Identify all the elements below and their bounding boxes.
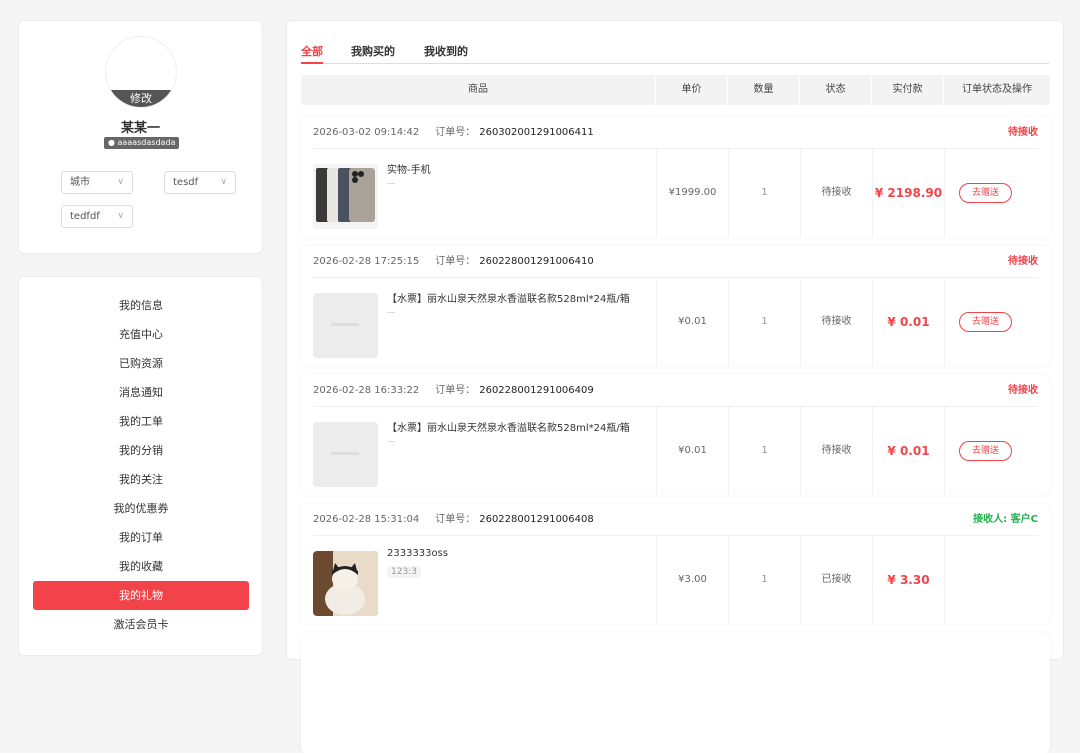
order-header: 2026-03-02 09:14:42 订单号： 26030200129100641… bbox=[313, 117, 1038, 149]
order-card bbox=[301, 633, 1050, 753]
col-action: 订单状态及操作 bbox=[962, 84, 1032, 95]
sidebar-item[interactable]: 已购资源 bbox=[33, 349, 249, 378]
sidebar-item[interactable]: 我的礼物 bbox=[33, 581, 249, 610]
sidebar-item[interactable]: 我的分销 bbox=[33, 436, 249, 465]
sidebar-item[interactable]: 我的收藏 bbox=[33, 552, 249, 581]
order-no-label: 订单号： bbox=[435, 514, 476, 525]
spec-placeholder bbox=[387, 441, 395, 442]
order-time: 2026-02-28 17:25:15 bbox=[313, 256, 420, 267]
paid-amount: ¥ 0.01 bbox=[872, 278, 944, 366]
order-no-label: 订单号： bbox=[435, 256, 476, 267]
paid-amount: ¥ 0.01 bbox=[872, 407, 944, 495]
quantity: 1 bbox=[728, 536, 800, 624]
product-name[interactable]: 【水票】丽水山泉天然泉水香溢联名款528ml*24瓶/箱 bbox=[387, 419, 630, 434]
sidebar-item[interactable]: 我的关注 bbox=[33, 465, 249, 494]
table-header: 商品 单价 数量 状态 实付款 订单状态及操作 bbox=[301, 75, 1050, 105]
spec-placeholder bbox=[387, 312, 395, 313]
tab-divider bbox=[301, 63, 1049, 64]
paid-amount: ¥ 2198.90 bbox=[872, 149, 944, 237]
user-id-badge: ● aaaasdasdada bbox=[104, 137, 180, 149]
quantity: 1 bbox=[728, 278, 800, 366]
product-spec-tag: 123:3 bbox=[387, 566, 421, 578]
order-status: 接收人: 客户C bbox=[973, 514, 1038, 525]
region-select[interactable]: tesdf ∨ bbox=[164, 171, 236, 194]
order-card: 2026-02-28 16:33:22 订单号： 26022800129100640… bbox=[301, 375, 1050, 495]
user-name: 某某一 bbox=[120, 121, 160, 136]
sidebar-item[interactable]: 我的工单 bbox=[33, 407, 249, 436]
order-status: 待接收 bbox=[1008, 385, 1038, 396]
gift-send-button[interactable]: 去赠送 bbox=[959, 312, 1012, 332]
tab-all[interactable]: 全部 bbox=[301, 43, 323, 59]
sidebar-menu: 我的信息 充值中心 已购资源 消息通知 我的工单 我的分销 我的关注 我的优惠券 我的订单 我的收… bbox=[18, 276, 263, 656]
chevron-down-icon: ∨ bbox=[220, 177, 227, 187]
unit-price: ¥1999.00 bbox=[656, 149, 728, 237]
order-time: 2026-02-28 16:33:22 bbox=[313, 385, 420, 396]
col-product: 商品 bbox=[301, 75, 656, 105]
order-no-label: 订单号： bbox=[435, 127, 476, 138]
order-status: 待接收 bbox=[1008, 256, 1038, 267]
sidebar-item[interactable]: 我的优惠券 bbox=[33, 494, 249, 523]
product-image[interactable] bbox=[313, 164, 378, 229]
gift-send-button[interactable]: 去赠送 bbox=[959, 441, 1012, 461]
order-card: 2026-03-02 09:14:42 订单号： 26030200129100641… bbox=[301, 117, 1050, 237]
tab-bought[interactable]: 我购买的 bbox=[351, 43, 395, 59]
quantity: 1 bbox=[728, 149, 800, 237]
sidebar-item[interactable]: 充值中心 bbox=[33, 320, 249, 349]
product-image[interactable] bbox=[313, 293, 378, 358]
orders-panel: 全部 我购买的 我收到的 商品 单价 数量 状态 实付款 订单状态及操作 202… bbox=[286, 20, 1064, 753]
avatar[interactable]: 修改 bbox=[105, 36, 177, 108]
tab-active-indicator bbox=[301, 62, 323, 64]
sidebar-item[interactable]: 我的订单 bbox=[33, 523, 249, 552]
col-price: 单价 bbox=[656, 75, 728, 105]
city-select[interactable]: 城市 ∨ bbox=[61, 171, 133, 194]
user-id: aaaasdasdada bbox=[117, 138, 176, 147]
item-state: 待接收 bbox=[800, 278, 872, 366]
paid-amount: ¥ 3.30 bbox=[872, 536, 944, 624]
tab-received[interactable]: 我收到的 bbox=[424, 43, 468, 59]
order-time: 2026-02-28 15:31:04 bbox=[313, 514, 420, 525]
spec-placeholder bbox=[387, 183, 395, 184]
order-card: 2026-02-28 15:31:04 订单号： 26022800129100640… bbox=[301, 504, 1050, 624]
order-no: 260228001291006409 bbox=[479, 385, 594, 396]
item-state: 待接收 bbox=[800, 149, 872, 237]
product-name[interactable]: 【水票】丽水山泉天然泉水香溢联名款528ml*24瓶/箱 bbox=[387, 290, 630, 305]
product-name[interactable]: 实物-手机 bbox=[387, 161, 431, 176]
action-cell bbox=[944, 536, 1050, 624]
product-image[interactable] bbox=[313, 551, 378, 616]
gift-send-button[interactable]: 去赠送 bbox=[959, 183, 1012, 203]
order-header: 2026-02-28 17:25:15 订单号： 26022800129100641… bbox=[313, 246, 1038, 278]
col-paid: 实付款 bbox=[872, 75, 944, 105]
item-state: 已接收 bbox=[800, 536, 872, 624]
sidebar-item[interactable]: 激活会员卡 bbox=[33, 610, 249, 639]
order-header: 2026-02-28 16:33:22 订单号： 26022800129100640… bbox=[313, 375, 1038, 407]
unit-price: ¥3.00 bbox=[656, 536, 728, 624]
order-header: 2026-02-28 15:31:04 订单号： 26022800129100640… bbox=[313, 504, 1038, 536]
avatar-edit-button[interactable]: 修改 bbox=[106, 90, 176, 107]
quantity: 1 bbox=[728, 407, 800, 495]
order-no-label: 订单号： bbox=[435, 385, 476, 396]
user-icon: ● bbox=[108, 138, 118, 147]
order-no: 260302001291006411 bbox=[479, 127, 594, 138]
unit-price: ¥0.01 bbox=[656, 278, 728, 366]
order-time: 2026-03-02 09:14:42 bbox=[313, 127, 420, 138]
district-select[interactable]: tedfdf ∨ bbox=[61, 205, 133, 228]
unit-price: ¥0.01 bbox=[656, 407, 728, 495]
sidebar-item[interactable]: 消息通知 bbox=[33, 378, 249, 407]
product-image[interactable] bbox=[313, 422, 378, 487]
order-card: 2026-02-28 17:25:15 订单号： 26022800129100641… bbox=[301, 246, 1050, 366]
chevron-down-icon: ∨ bbox=[117, 177, 124, 187]
sidebar-item[interactable]: 我的信息 bbox=[33, 291, 249, 320]
col-qty: 数量 bbox=[728, 75, 800, 105]
order-status: 待接收 bbox=[1008, 127, 1038, 138]
order-no: 260228001291006410 bbox=[479, 256, 594, 267]
item-state: 待接收 bbox=[800, 407, 872, 495]
order-no: 260228001291006408 bbox=[479, 514, 594, 525]
product-name[interactable]: 2333333oss bbox=[387, 548, 448, 559]
chevron-down-icon: ∨ bbox=[117, 211, 124, 221]
col-status: 状态 bbox=[800, 75, 872, 105]
profile-card: 修改 某某一 ● aaaasdasdada 城市 ∨ tesdf ∨ tedfdf ∨ bbox=[18, 20, 263, 254]
